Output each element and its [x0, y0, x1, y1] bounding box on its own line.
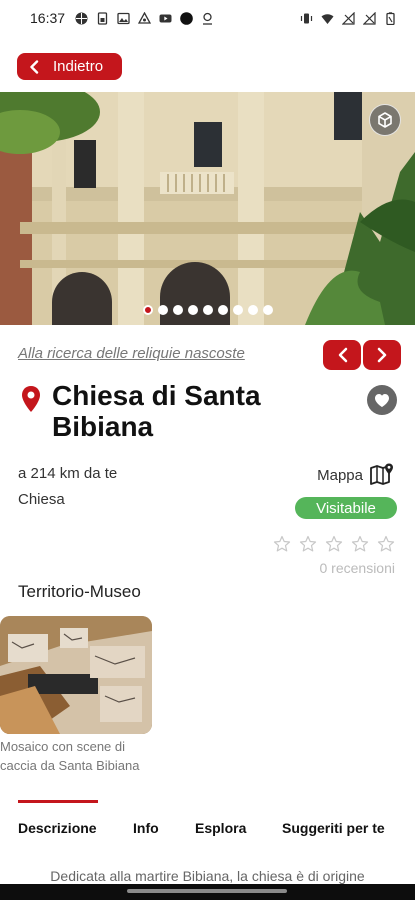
map-icon [370, 463, 393, 485]
youtube-icon [159, 12, 172, 25]
signal-icon [342, 11, 355, 25]
nfc-icon [138, 11, 152, 25]
previous-poi-button[interactable] [323, 340, 361, 370]
tab-descrizione[interactable]: Descrizione [18, 820, 97, 836]
carousel-dot[interactable] [262, 305, 273, 315]
star-icon[interactable] [299, 535, 317, 553]
section-title: Territorio-Museo [18, 582, 141, 601]
back-button-label: Indietro [53, 58, 104, 75]
favorite-button[interactable] [367, 385, 397, 415]
description-text: Dedicata alla martire Bibiana, la chiesa… [50, 868, 365, 884]
carousel-dot[interactable] [232, 305, 243, 315]
star-icon[interactable] [351, 535, 369, 553]
active-tab-indicator [18, 800, 98, 803]
tab-esplora[interactable]: Esplora [195, 820, 246, 836]
image-carousel[interactable] [0, 92, 415, 325]
wifi-icon [321, 12, 334, 25]
star-icon[interactable] [377, 535, 395, 553]
sim-icon [96, 11, 109, 25]
poi-nav-arrows [323, 340, 401, 370]
status-time: 16:37 [30, 10, 66, 26]
carousel-dot[interactable] [142, 305, 153, 315]
browser-icon [75, 12, 88, 25]
route-link[interactable]: Alla ricerca delle reliquie nascoste [18, 345, 245, 362]
tab-info[interactable]: Info [133, 820, 159, 836]
church-photo [0, 92, 415, 325]
status-right-icons [300, 11, 397, 25]
carousel-dot[interactable] [172, 305, 183, 315]
chevron-left-icon [338, 347, 347, 363]
gesture-handle[interactable] [127, 889, 287, 893]
carousel-dots [0, 305, 415, 315]
cube-icon [378, 112, 392, 128]
location-icon [201, 12, 214, 25]
mosaic-thumbnail[interactable] [0, 616, 152, 734]
thumbnail-caption: Mosaico con scene di caccia da Santa Bib… [0, 739, 140, 773]
carousel-dot[interactable] [217, 305, 228, 315]
poi-distance: a 214 km da te [18, 465, 118, 482]
mosaic-image [0, 616, 152, 734]
carousel-dot[interactable] [187, 305, 198, 315]
star-icon[interactable] [273, 535, 291, 553]
carousel-dot[interactable] [157, 305, 168, 315]
chevron-left-icon [30, 59, 39, 74]
star-icon[interactable] [325, 535, 343, 553]
record-dot-icon [180, 11, 193, 25]
reviews-count[interactable]: 0 recensioni [320, 560, 396, 576]
battery-icon [384, 11, 397, 25]
fullscreen-button[interactable] [369, 104, 401, 136]
tab-bar: Descrizione Info Esplora Suggeriti per t… [0, 800, 415, 846]
status-left-icons [75, 11, 214, 25]
map-link[interactable]: Mappa [317, 462, 395, 488]
map-pin-icon [22, 386, 40, 412]
signal-2-icon [363, 11, 376, 25]
carousel-dot[interactable] [202, 305, 213, 315]
heart-icon [375, 393, 389, 407]
tab-suggeriti[interactable]: Suggeriti per te [282, 820, 385, 836]
vibrate-icon [300, 12, 313, 25]
next-poi-button[interactable] [363, 340, 401, 370]
status-badge: Visitabile [295, 497, 397, 519]
chevron-right-icon [377, 347, 386, 363]
status-bar: 16:37 [0, 0, 415, 36]
poi-title: Chiesa di Santa Bibiana [52, 380, 261, 442]
rating-stars[interactable] [273, 535, 395, 553]
carousel-dot[interactable] [247, 305, 258, 315]
gallery-icon [117, 12, 130, 25]
poi-category: Chiesa [18, 491, 65, 508]
back-button[interactable]: Indietro [17, 53, 122, 80]
map-link-label: Mappa [317, 466, 363, 484]
